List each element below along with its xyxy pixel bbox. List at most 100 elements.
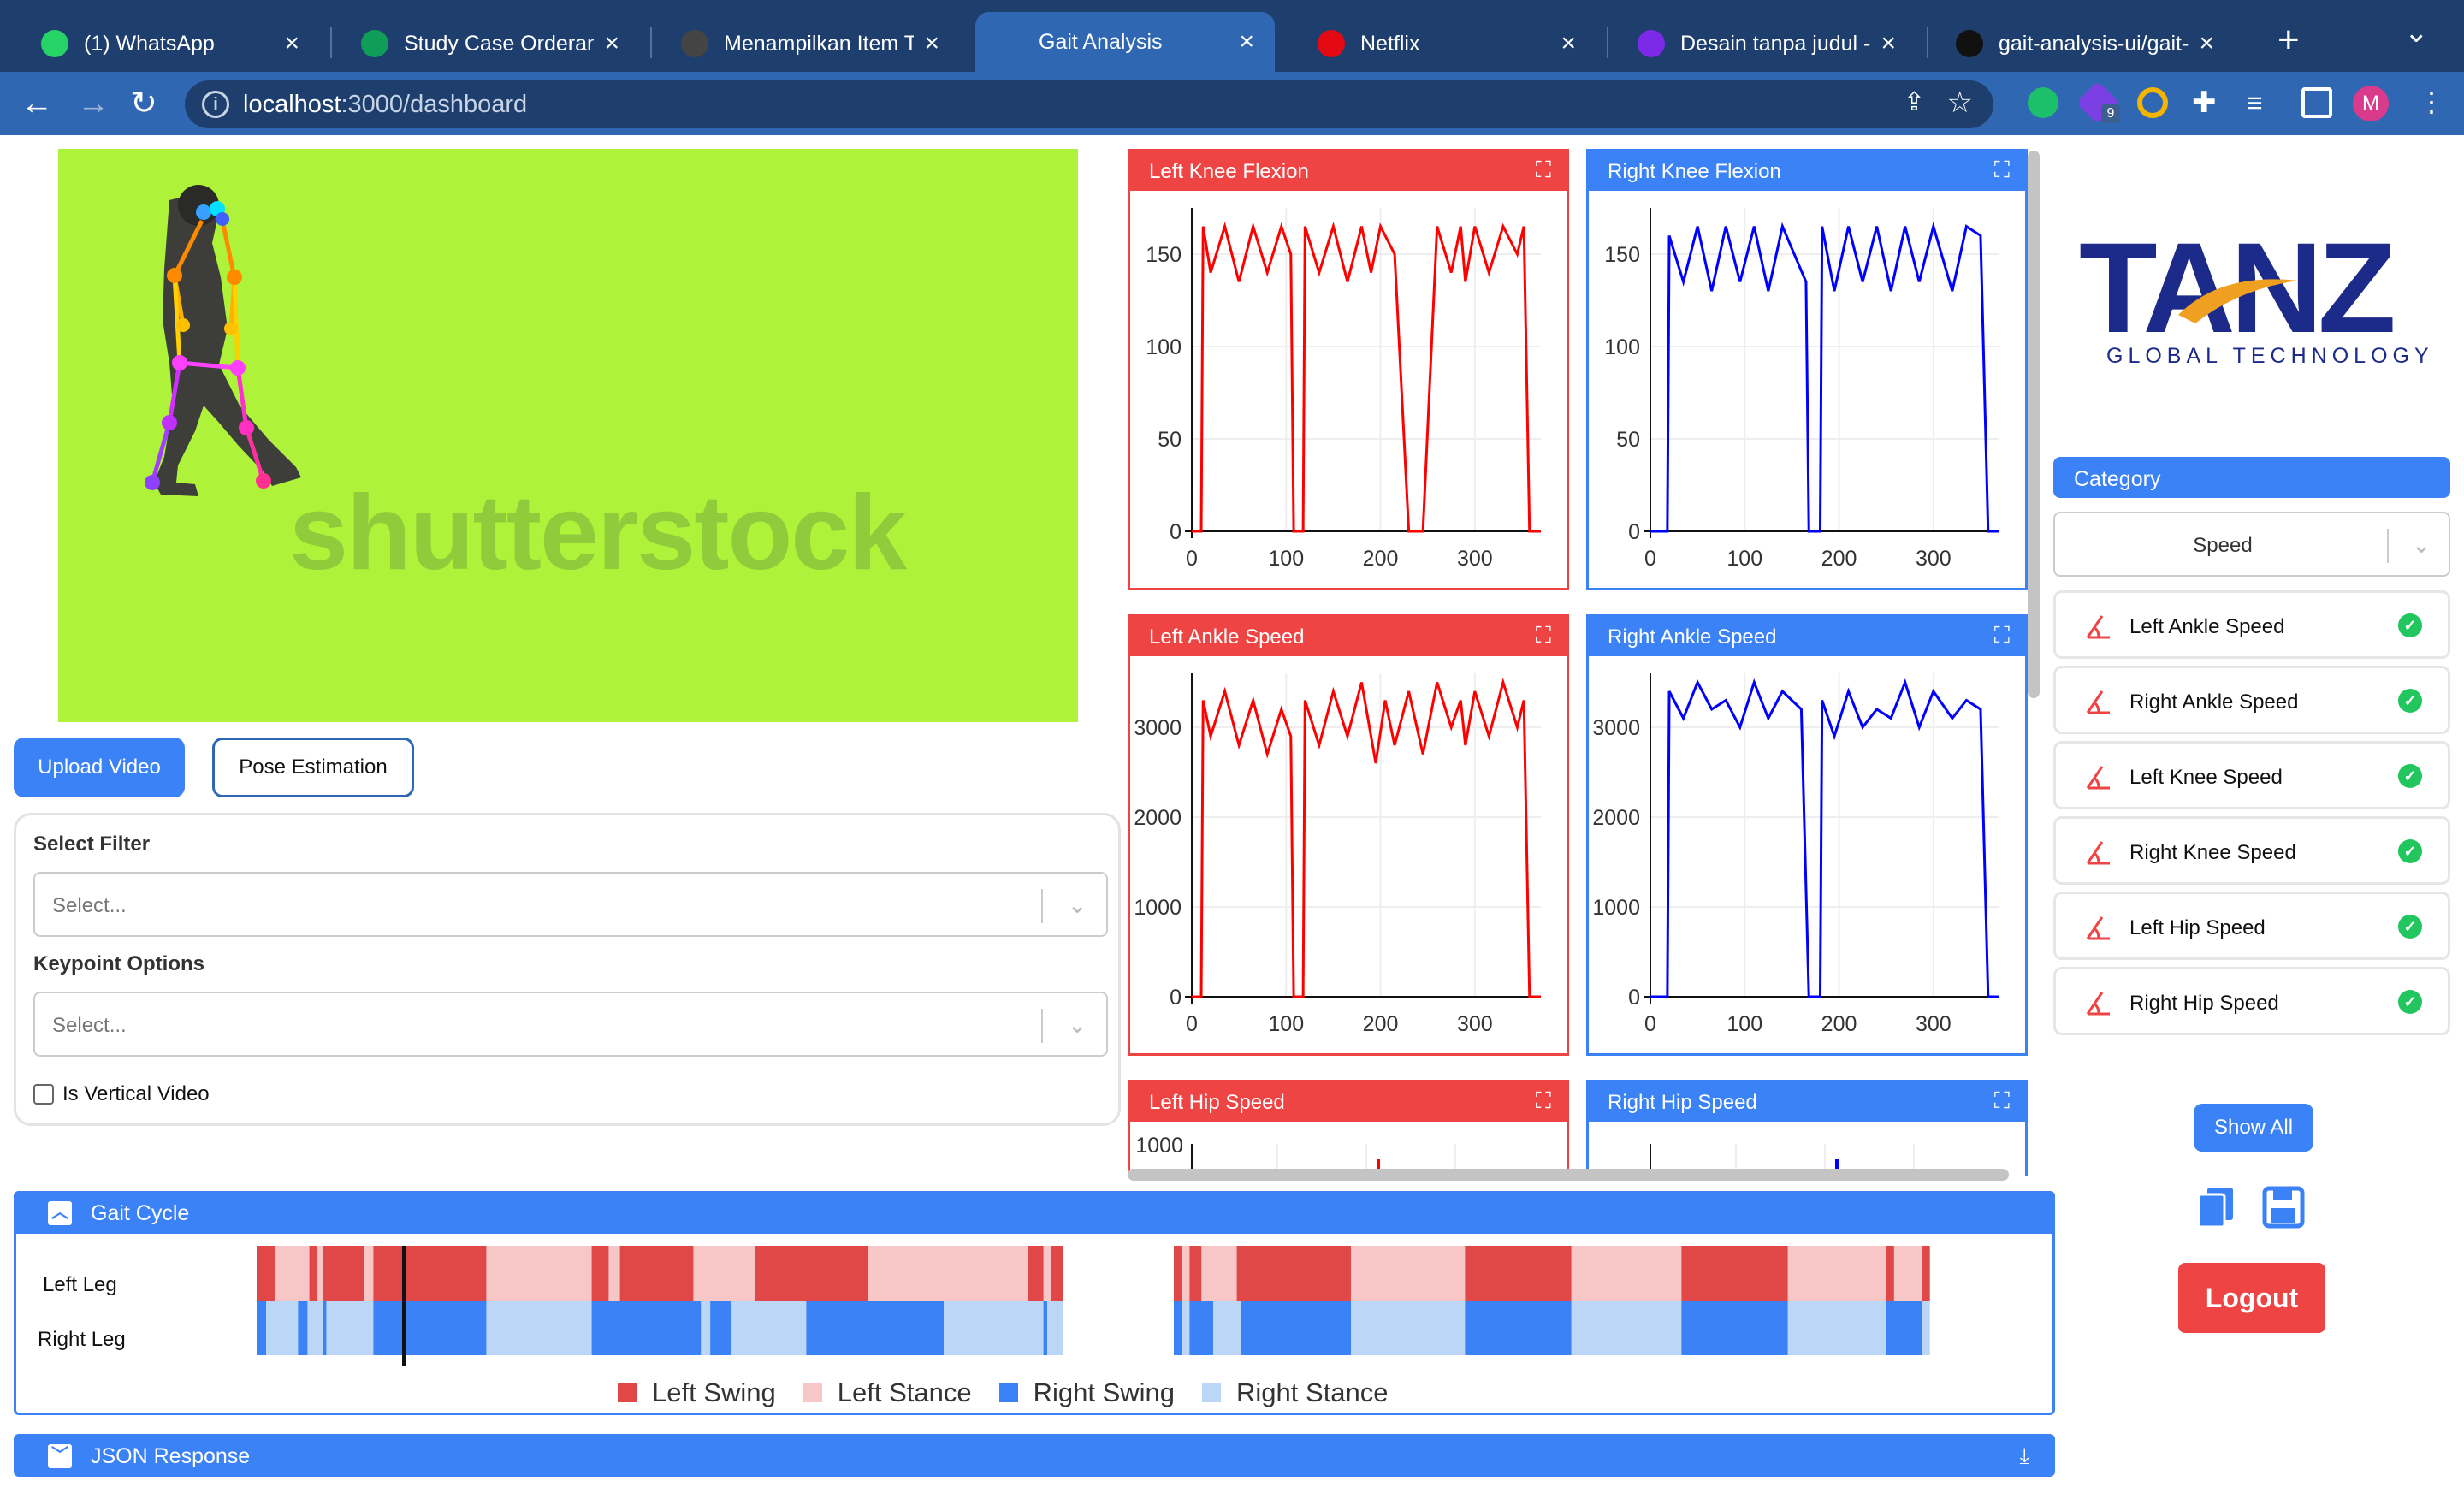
vertical-video-checkbox[interactable]: Is Vertical Video	[33, 1082, 210, 1106]
gait-segment	[1213, 1301, 1241, 1355]
browser-menu-icon[interactable]: ⋮	[2418, 86, 2445, 118]
gait-segment	[1047, 1301, 1063, 1355]
close-tab-icon[interactable]: ×	[1561, 29, 1576, 58]
profile-avatar[interactable]: M	[2353, 86, 2389, 121]
close-tab-icon[interactable]: ×	[1881, 29, 1896, 58]
close-tab-icon[interactable]: ×	[284, 29, 299, 58]
expand-icon[interactable]: ⛶	[1994, 1087, 2010, 1115]
chart-card: Right Ankle Speed ⛶ 0 100 200 300 3000 2000 1000…	[1586, 614, 2028, 1056]
browser-tab[interactable]: Gait Analysis ×	[975, 12, 1275, 72]
category-item[interactable]: Right Knee Speed ✓	[2053, 816, 2450, 885]
gait-segment	[1922, 1246, 1930, 1301]
keypoint-options-dropdown[interactable]: Select... ⌄	[33, 992, 1108, 1057]
upload-video-button[interactable]: Upload Video	[14, 738, 185, 797]
vertical-video-label: Is Vertical Video	[62, 1082, 210, 1105]
checkbox-box[interactable]	[33, 1084, 54, 1105]
browser-tab[interactable]: Menampilkan Item To ×	[660, 15, 960, 72]
tab-title: gait-analysis-ui/gait-	[1999, 31, 2189, 56]
gait-segment	[619, 1246, 694, 1301]
chevron-down-icon[interactable]: ⌄	[1068, 1010, 1087, 1039]
tab-title: Desain tanpa judul - F	[1680, 31, 1871, 56]
category-item[interactable]: Left Knee Speed ✓	[2053, 741, 2450, 809]
close-tab-icon[interactable]: ×	[2199, 29, 2214, 58]
sheets-icon	[361, 30, 388, 57]
gait-segment	[1893, 1246, 1922, 1301]
reading-list-icon[interactable]: ≡	[2247, 87, 2277, 118]
tab-title: Study Case Orderan E	[404, 31, 595, 56]
check-circle-icon: ✓	[2398, 689, 2422, 713]
expand-icon[interactable]: ⛶	[1536, 157, 1551, 184]
logout-button[interactable]: Logout	[2178, 1263, 2325, 1333]
gait-segment	[266, 1301, 299, 1355]
back-arrow-icon[interactable]: ←	[21, 84, 53, 123]
x-tick-label: 300	[1916, 547, 1952, 571]
forward-arrow-icon[interactable]: →	[77, 84, 110, 123]
select-filter-dropdown[interactable]: Select... ⌄	[33, 872, 1108, 937]
reload-icon[interactable]: ↻	[130, 84, 157, 123]
series-line	[1192, 678, 1541, 998]
browser-tab[interactable]: (1) WhatsApp ×	[21, 15, 320, 72]
chevron-down-icon[interactable]: ⌄	[1068, 891, 1087, 919]
y-tick-label: 1000	[1592, 896, 1640, 920]
expand-chevron-down-icon[interactable]: ﹀	[48, 1444, 72, 1468]
charts-vertical-scrollbar[interactable]	[2028, 151, 2040, 698]
charts-grid[interactable]: Left Knee Flexion ⛶ 0 100 200 300 150 100 50 0 Rig…	[1128, 149, 2038, 1176]
expand-icon[interactable]: ⛶	[1536, 1087, 1551, 1115]
category-item[interactable]: Left Ankle Speed ✓	[2053, 590, 2450, 659]
category-dropdown[interactable]: Speed ⌄	[2053, 512, 2450, 577]
tab-search-chevron-icon[interactable]: ⌄	[2404, 15, 2429, 50]
extensions-puzzle-icon[interactable]: ✚	[2192, 87, 2223, 118]
category-item[interactable]: Right Hip Speed ✓	[2053, 967, 2450, 1035]
pose-estimation-button[interactable]: Pose Estimation	[212, 738, 414, 797]
site-info-icon[interactable]: i	[202, 91, 229, 118]
browser-tab[interactable]: gait-analysis-ui/gait- ×	[1935, 15, 2235, 72]
share-icon[interactable]: ⇪	[1904, 87, 1925, 117]
browser-tab[interactable]: Netflix ×	[1297, 15, 1596, 72]
json-response-header[interactable]: ﹀ JSON Response ⤓	[14, 1434, 2055, 1477]
new-tab-plus-icon[interactable]: +	[2277, 19, 2300, 62]
dropdown-separator	[1041, 1009, 1043, 1043]
category-item[interactable]: Left Hip Speed ✓	[2053, 892, 2450, 960]
collapse-chevron-up-icon[interactable]: ︿	[48, 1201, 72, 1225]
chart-plot[interactable]: 0 100 200 300 3000 2000 1000 0	[1130, 656, 1567, 1053]
chart-plot[interactable]: 0 100 200 300 3000 2000 1000 0	[1589, 656, 2025, 1053]
gait-segment	[1787, 1301, 1887, 1355]
chart-title: Left Ankle Speed	[1130, 617, 1567, 656]
close-tab-icon[interactable]: ×	[604, 29, 619, 58]
gait-segment	[591, 1246, 609, 1301]
address-bar[interactable]: i localhost:3000/dashboard ⇪ ☆	[185, 80, 1993, 128]
copy-icon[interactable]	[2197, 1186, 2235, 1233]
show-all-button[interactable]: Show All	[2194, 1104, 2313, 1152]
chart-plot[interactable]: 1000	[1130, 1122, 1567, 1176]
save-icon[interactable]	[2262, 1186, 2305, 1233]
close-tab-icon[interactable]: ×	[924, 29, 939, 58]
extension-eye-icon[interactable]	[2028, 87, 2058, 118]
bookmark-star-icon[interactable]: ☆	[1947, 86, 1973, 120]
chevron-down-icon[interactable]: ⌄	[2412, 530, 2431, 559]
gait-segment	[1182, 1301, 1190, 1355]
expand-icon[interactable]: ⛶	[1994, 157, 2010, 184]
download-icon[interactable]: ⤓	[2020, 1443, 2030, 1470]
expand-icon[interactable]: ⛶	[1536, 622, 1551, 649]
browser-tab[interactable]: Study Case Orderan E ×	[341, 15, 640, 72]
x-tick-label: 100	[1268, 1012, 1304, 1036]
browser-tab[interactable]: Desain tanpa judul - F ×	[1617, 15, 1916, 72]
gait-segment	[1571, 1301, 1682, 1355]
charts-horizontal-scrollbar[interactable]	[1128, 1169, 2009, 1181]
side-panel-icon[interactable]	[2301, 87, 2332, 118]
extension-circle-icon[interactable]	[2137, 87, 2168, 118]
chart-plot[interactable]: 0 100 200 300 150 100 50 0	[1589, 191, 2025, 588]
chart-plot[interactable]: 0 100 200 300 150 100 50 0	[1130, 191, 1567, 588]
close-tab-icon[interactable]: ×	[1239, 27, 1254, 56]
video-preview[interactable]: shutterstock	[58, 149, 1078, 722]
chart-plot[interactable]	[1589, 1122, 2025, 1176]
gait-cycle-header[interactable]: ︿ Gait Cycle	[14, 1191, 2055, 1234]
chart-card: Left Ankle Speed ⛶ 0 100 200 300 3000 2000 1000 0	[1128, 614, 1569, 1056]
check-circle-icon: ✓	[2398, 613, 2422, 637]
category-item[interactable]: Right Ankle Speed ✓	[2053, 666, 2450, 734]
gait-cycle-timeline[interactable]	[257, 1246, 1959, 1374]
gait-segment	[591, 1301, 702, 1355]
gait-segment	[1236, 1246, 1352, 1301]
gait-segment	[1174, 1301, 1182, 1355]
expand-icon[interactable]: ⛶	[1994, 622, 2010, 649]
